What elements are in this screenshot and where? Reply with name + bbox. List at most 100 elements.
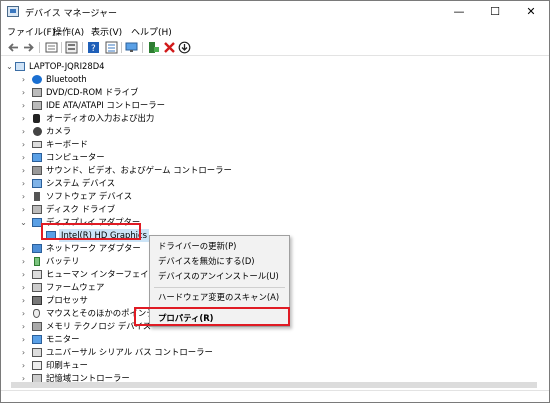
collapse-icon[interactable]: ⌄: [19, 216, 28, 229]
expand-icon[interactable]: ›: [19, 294, 28, 307]
tree-item-label: プロセッサ: [46, 295, 88, 305]
expand-icon[interactable]: ›: [19, 333, 28, 346]
collapse-icon[interactable]: ⌄: [5, 60, 14, 73]
tree-item-sound[interactable]: › サウンド、ビデオ、およびゲーム コントローラー: [1, 164, 301, 177]
tree-item-computer[interactable]: › コンピューター: [1, 151, 301, 164]
help-icon[interactable]: ?: [87, 41, 100, 54]
menu-scan-hardware[interactable]: ハードウェア変更のスキャン(A): [158, 291, 279, 304]
tree-item-monitor[interactable]: › モニター: [1, 333, 301, 346]
tree-item-camera[interactable]: › カメラ: [1, 125, 301, 138]
sound-icon: [32, 166, 42, 175]
firmware-icon: [32, 283, 42, 292]
tree-item-label: 印刷キュー: [46, 360, 88, 370]
expand-icon[interactable]: ›: [19, 73, 28, 86]
device-list-icon[interactable]: [45, 41, 58, 54]
properties-icon[interactable]: [65, 41, 78, 54]
status-bar: [1, 390, 549, 402]
tree-item-label: モニター: [46, 334, 80, 344]
tree-item-system[interactable]: › システム デバイス: [1, 177, 301, 190]
menu-disable-device[interactable]: デバイスを無効にする(D): [158, 255, 255, 268]
expand-icon[interactable]: ›: [19, 255, 28, 268]
tree-item-label: オーディオの入力および出力: [46, 113, 155, 123]
audio-icon: [33, 114, 40, 123]
expand-icon[interactable]: ›: [19, 112, 28, 125]
show-hidden-icon[interactable]: [105, 41, 118, 54]
forward-arrow-icon[interactable]: [22, 41, 35, 54]
usb-icon: [32, 348, 42, 357]
expand-icon[interactable]: ›: [19, 86, 28, 99]
menu-bar: ファイル(F) 操作(A) 表示(V) ヘルプ(H): [1, 23, 549, 39]
maximize-button[interactable]: ☐: [477, 1, 513, 23]
tree-item-label: Bluetooth: [46, 74, 87, 84]
expand-icon[interactable]: ›: [19, 177, 28, 190]
tree-item-label: システム デバイス: [46, 178, 116, 188]
horizontal-scrollbar[interactable]: [1, 381, 549, 389]
tree-item-keyboard[interactable]: › キーボード: [1, 138, 301, 151]
expand-icon[interactable]: ›: [19, 190, 28, 203]
menu-update-driver[interactable]: ドライバーの更新(P): [158, 240, 236, 253]
expand-icon[interactable]: ›: [19, 359, 28, 372]
menu-uninstall-device[interactable]: デバイスのアンインストール(U): [158, 270, 279, 283]
tree-item-label: DVD/CD-ROM ドライブ: [46, 87, 139, 97]
back-arrow-icon[interactable]: [7, 41, 20, 54]
expand-icon[interactable]: ›: [19, 138, 28, 151]
dvd-drive-icon: [32, 88, 42, 97]
expand-icon[interactable]: ›: [19, 203, 28, 216]
computer-icon: [32, 153, 42, 162]
battery-icon: [34, 257, 40, 266]
tree-item-software[interactable]: › ソフトウェア デバイス: [1, 190, 301, 203]
expand-icon[interactable]: ›: [19, 99, 28, 112]
device-manager-icon: [7, 6, 19, 17]
expand-icon[interactable]: ›: [19, 281, 28, 294]
tree-item-disk[interactable]: › ディスク ドライブ: [1, 203, 301, 216]
tree-item-audio[interactable]: › オーディオの入力および出力: [1, 112, 301, 125]
expand-icon[interactable]: ›: [19, 242, 28, 255]
disk-drive-icon: [32, 205, 42, 214]
tree-item-label: IDE ATA/ATAPI コントローラー: [46, 100, 166, 110]
monitor-icon[interactable]: [125, 41, 138, 54]
expand-icon[interactable]: ›: [19, 307, 28, 320]
tree-item-bluetooth[interactable]: › Bluetooth: [1, 73, 301, 86]
tree-item-label: ネットワーク アダプター: [46, 243, 141, 253]
menu-view[interactable]: 表示(V): [91, 25, 122, 38]
bluetooth-icon: [32, 75, 42, 84]
processor-icon: [32, 296, 42, 305]
menu-action[interactable]: 操作(A): [53, 25, 84, 38]
tree-item-label: バッテリ: [46, 256, 80, 266]
minimize-button[interactable]: —: [441, 1, 477, 23]
update-driver-icon[interactable]: [147, 41, 160, 54]
mouse-icon: [33, 309, 40, 318]
scan-icon[interactable]: [178, 41, 191, 54]
software-device-icon: [34, 192, 40, 201]
toolbar: ?: [1, 39, 549, 56]
tree-item-label: サウンド、ビデオ、およびゲーム コントローラー: [46, 165, 232, 175]
camera-icon: [33, 127, 42, 136]
print-queue-icon: [32, 361, 42, 370]
close-button[interactable]: ✕: [513, 1, 549, 23]
tree-item-usb[interactable]: › ユニバーサル シリアル バス コントローラー: [1, 346, 301, 359]
network-adapter-icon: [32, 244, 42, 253]
tree-item-dvd[interactable]: › DVD/CD-ROM ドライブ: [1, 86, 301, 99]
expand-icon[interactable]: ›: [19, 346, 28, 359]
ide-controller-icon: [32, 101, 42, 110]
scrollbar-thumb[interactable]: [11, 382, 537, 388]
expand-icon[interactable]: ›: [19, 151, 28, 164]
menu-file[interactable]: ファイル(F): [7, 25, 55, 38]
expand-icon[interactable]: ›: [19, 125, 28, 138]
computer-icon: [15, 62, 25, 71]
tree-item-print-queue[interactable]: › 印刷キュー: [1, 359, 301, 372]
hid-icon: [32, 270, 42, 279]
system-device-icon: [32, 179, 42, 188]
tree-item-label: コンピューター: [46, 152, 105, 162]
tree-item-ide[interactable]: › IDE ATA/ATAPI コントローラー: [1, 99, 301, 112]
expand-icon[interactable]: ›: [19, 320, 28, 333]
title-bar: デバイス マネージャー — ☐ ✕: [1, 1, 549, 23]
device-tree: ⌄ LAPTOP-JQRI28D4 › Bluetooth › DVD/CD-R…: [1, 58, 549, 383]
expand-icon[interactable]: ›: [19, 268, 28, 281]
expand-icon[interactable]: ›: [19, 164, 28, 177]
tree-root[interactable]: ⌄ LAPTOP-JQRI28D4: [1, 60, 301, 73]
tree-item-label: ディスク ドライブ: [46, 204, 116, 214]
uninstall-icon[interactable]: [163, 41, 176, 54]
menu-help[interactable]: ヘルプ(H): [131, 25, 172, 38]
tree-item-label: キーボード: [46, 139, 88, 149]
